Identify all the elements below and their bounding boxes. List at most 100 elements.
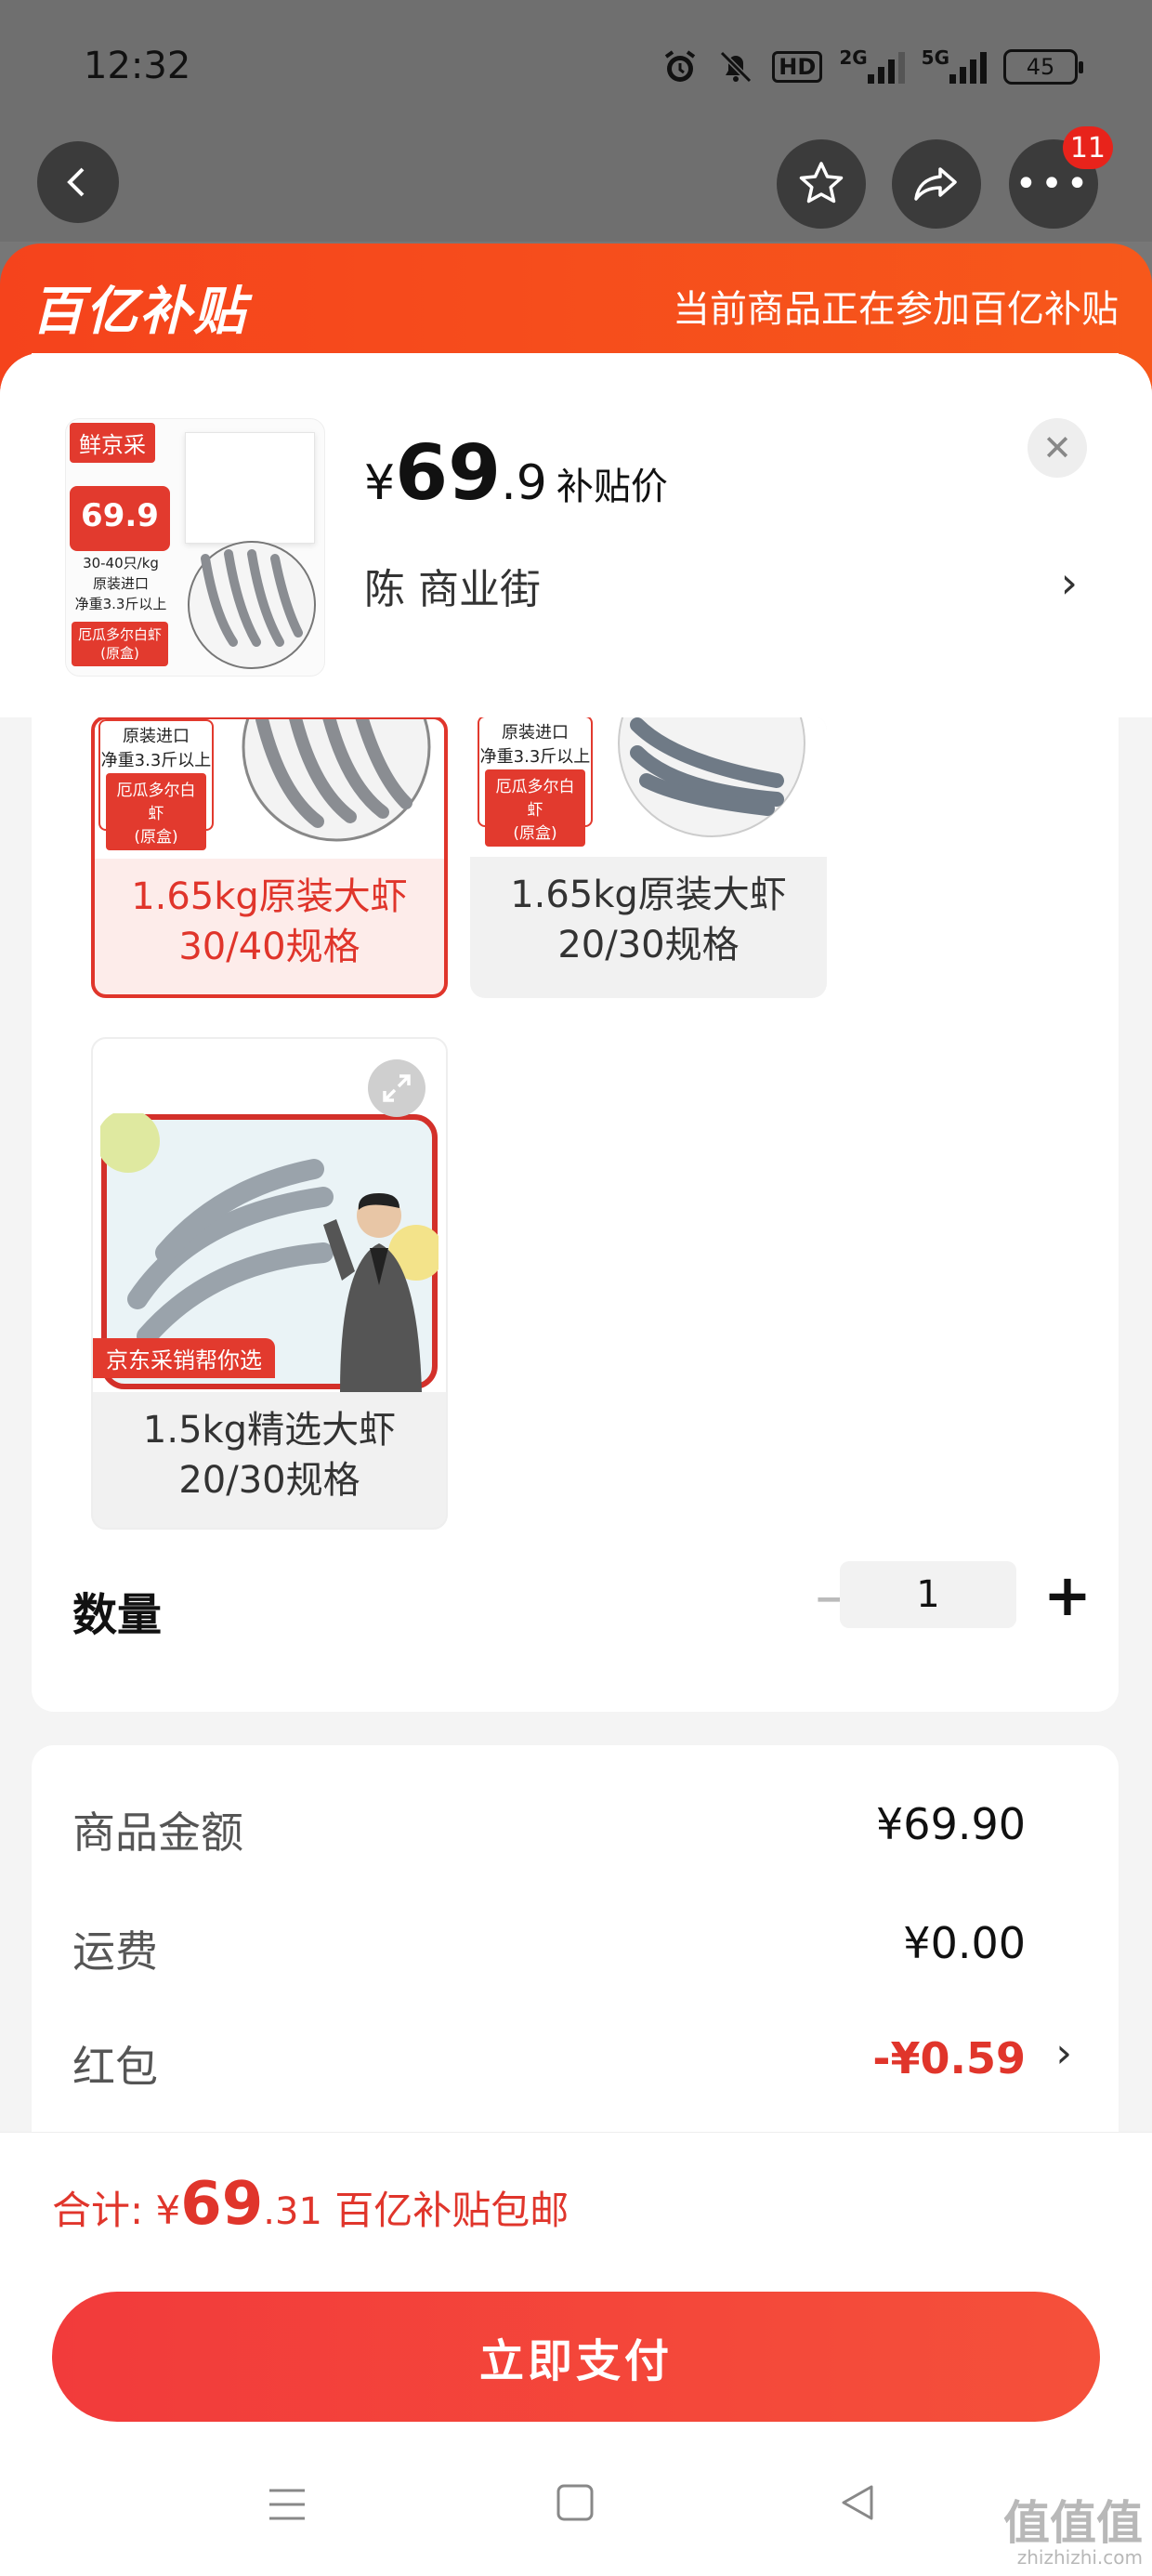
status-bar: 12:32 HD 2G 5G 45 [0,0,1152,130]
pay-now-button[interactable]: 立即支付 [52,2292,1100,2422]
signal-5g-icon: 5G [922,46,987,87]
menu-icon[interactable] [264,2481,310,2528]
watermark-sub: zhizhizhi.com [1016,2546,1143,2569]
origin-text: 原装进口 [123,727,190,746]
status-icons: HD 2G 5G 45 [661,46,1083,87]
variant-label-1-line1: 1.65kg原装大虾 [131,875,408,918]
signal-2g-icon: 2G [839,46,905,87]
home-icon[interactable] [554,2481,596,2524]
subsidy-logo: 百亿补贴 [32,282,247,342]
battery-level: 45 [1026,54,1055,80]
chevron-right-icon[interactable]: › [1055,2030,1072,2077]
package-label: 原装进口 净重3.3斤以上 厄瓜多尔白虾 (原盒) [98,719,214,850]
total-amount: 合计: ¥69.31 百亿补贴包邮 [52,2170,569,2239]
expand-icon [383,1074,411,1102]
price-tag-label: 补贴价 [556,466,668,508]
alarm-icon [661,46,700,87]
top-nav: ••• 11 [0,126,1152,242]
variant-option-2[interactable]: 原装进口 净重3.3斤以上 厄瓜多尔白虾 (原盒) 1.65kg原装大虾 20/3… [470,716,827,998]
variant-image-1: 原装进口 净重3.3斤以上 厄瓜多尔白虾 (原盒) [95,719,444,859]
variant-option-3[interactable]: 京东采销帮你选 1.5kg精选大虾 20/30规格 [91,1037,448,1530]
variant-label-3-line2: 20/30规格 [178,1459,360,1502]
weight-text: 净重3.3斤以上 [479,747,591,767]
box-text: (原盒) [134,828,178,847]
thumb-origin: 原装进口 [92,575,149,592]
chevron-left-icon [67,167,85,197]
battery-icon: 45 [1003,49,1083,85]
brand-tag: 鲜京采 [70,423,155,463]
more-button[interactable]: ••• 11 [1009,126,1113,229]
weight-text: 净重3.3斤以上 [100,751,212,770]
product-box-image [185,432,315,544]
star-icon [799,162,844,204]
mute-bell-icon [716,46,755,87]
chevron-right-icon[interactable]: › [1061,558,1078,608]
variant-label-2: 1.65kg原装大虾 20/30规格 [470,857,827,987]
thumb-spec-text: 30-40只/kg 原装进口 净重3.3斤以上 [70,553,172,614]
notification-badge: 11 [1062,126,1113,169]
variant-image-3: 京东采销帮你选 [93,1039,446,1392]
total-prefix: 合计: ¥ [52,2188,181,2233]
price-tag: 69.9 [70,486,170,551]
variant-option-1[interactable]: 原装进口 净重3.3斤以上 厄瓜多尔白虾 (原盒) 1.65kg原装大虾 30/4… [91,716,448,998]
goods-amount-label: 商品金额 [72,1807,243,1858]
close-icon: ✕ [1042,427,1072,468]
expand-button[interactable] [368,1059,425,1117]
goods-amount-value: ¥69.90 [876,1799,1026,1849]
share-button[interactable] [892,139,981,229]
quantity-input[interactable]: 1 [840,1561,1016,1628]
quantity-increase-button[interactable]: + [1035,1557,1100,1632]
price-decimal: .9 [501,455,547,511]
total-suffix: 百亿补贴包邮 [321,2188,569,2233]
variant-label-2-line1: 1.65kg原装大虾 [510,874,787,916]
net-2g-label: 2G [839,46,868,69]
thumb-name-tag: 厄瓜多尔白虾 (原盒) [72,622,168,666]
origin-text: 原装进口 [502,723,569,743]
shrimp-plate-image [618,716,805,837]
status-time: 12:32 [84,45,191,87]
favorite-button[interactable] [777,139,866,229]
shipping-value: ¥0.00 [903,1918,1026,1968]
subsidy-note: 当前商品正在参加百亿补贴 [673,288,1119,331]
total-integer: 69 [180,2170,264,2239]
variant-label-1-line2: 30/40规格 [178,926,360,968]
variant-label-1: 1.65kg原装大虾 30/40规格 [95,859,444,989]
shipping-label: 运费 [72,1926,158,1977]
back-button[interactable] [37,141,119,223]
hd-label: HD [772,51,823,83]
hd-icon: HD [772,46,823,87]
variant-label-2-line2: 20/30规格 [557,924,740,966]
watermark: 值值值 zhizhizhi.com [1003,2500,1143,2569]
thumb-spec: 30-40只/kg [83,555,159,572]
shrimp-plate-image [242,719,431,842]
price-currency: ¥ [364,455,396,511]
thumb-price: 69.9 [81,497,159,534]
shrimp-plate-image [188,541,316,669]
variant-label-3: 1.5kg精选大虾 20/30规格 [93,1392,446,1522]
thumb-name: 厄瓜多尔白虾 [77,626,162,643]
store-name[interactable]: 陈 商业街 [364,556,541,615]
name-text: 厄瓜多尔白虾 [495,778,575,820]
product-header: 鲜京采 69.9 30-40只/kg 原装进口 净重3.3斤以上 厄瓜多尔白虾 (… [0,353,1152,717]
package-label: 原装进口 净重3.3斤以上 厄瓜多尔白虾 (原盒) [478,716,593,847]
thumb-box: (原盒) [100,645,139,662]
variant-label-3-line1: 1.5kg精选大虾 [142,1409,397,1452]
name-tag: 厄瓜多尔白虾 (原盒) [106,773,206,850]
share-icon [914,167,957,201]
total-bar: 合计: ¥69.31 百亿补贴包邮 [0,2132,1152,2279]
product-thumbnail: 鲜京采 69.9 30-40只/kg 原装进口 净重3.3斤以上 厄瓜多尔白虾 (… [65,418,325,677]
more-dots-icon: ••• [1015,163,1093,205]
product-price: ¥69.9 补贴价 [364,429,668,518]
watermark-main: 值值值 [1003,2496,1143,2550]
total-decimal: .31 [263,2190,322,2233]
close-button[interactable]: ✕ [1028,418,1087,478]
price-integer: 69 [395,429,502,518]
box-text: (原盒) [513,824,557,843]
back-triangle-icon[interactable] [836,2481,879,2524]
red-packet-value: -¥0.59 [872,2033,1026,2083]
name-tag: 厄瓜多尔白虾 (原盒) [485,769,585,847]
thumb-weight: 净重3.3斤以上 [74,596,167,612]
system-nav-bar [0,2453,1152,2565]
net-5g-label: 5G [921,46,949,69]
variant-image-2: 原装进口 净重3.3斤以上 厄瓜多尔白虾 (原盒) [470,716,827,857]
